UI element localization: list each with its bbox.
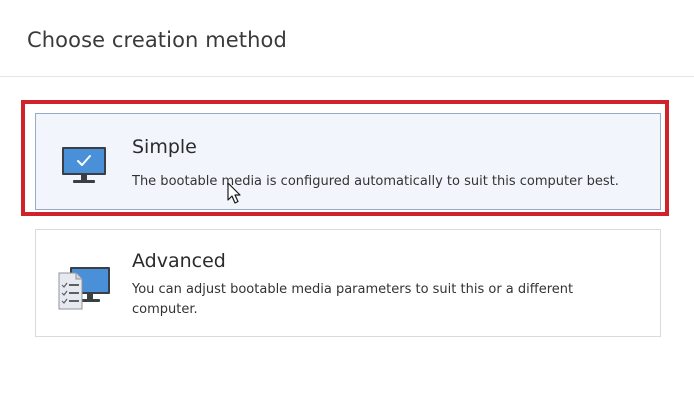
option-title: Simple <box>132 136 197 158</box>
option-description: You can adjust bootable media parameters… <box>132 282 574 317</box>
monitor-check-icon <box>60 145 108 185</box>
mouse-cursor-icon <box>227 182 243 206</box>
option-description: The bootable media is configured automat… <box>132 174 619 189</box>
option-title: Advanced <box>132 250 226 272</box>
option-simple[interactable]: Simple The bootable media is configured … <box>35 113 661 210</box>
creation-method-page: Choose creation method Simple The bootab… <box>0 0 694 404</box>
option-advanced[interactable]: Advanced You can adjust bootable media p… <box>35 229 661 337</box>
page-title: Choose creation method <box>27 28 287 52</box>
monitor-checklist-icon <box>56 263 114 311</box>
title-divider <box>0 76 694 77</box>
